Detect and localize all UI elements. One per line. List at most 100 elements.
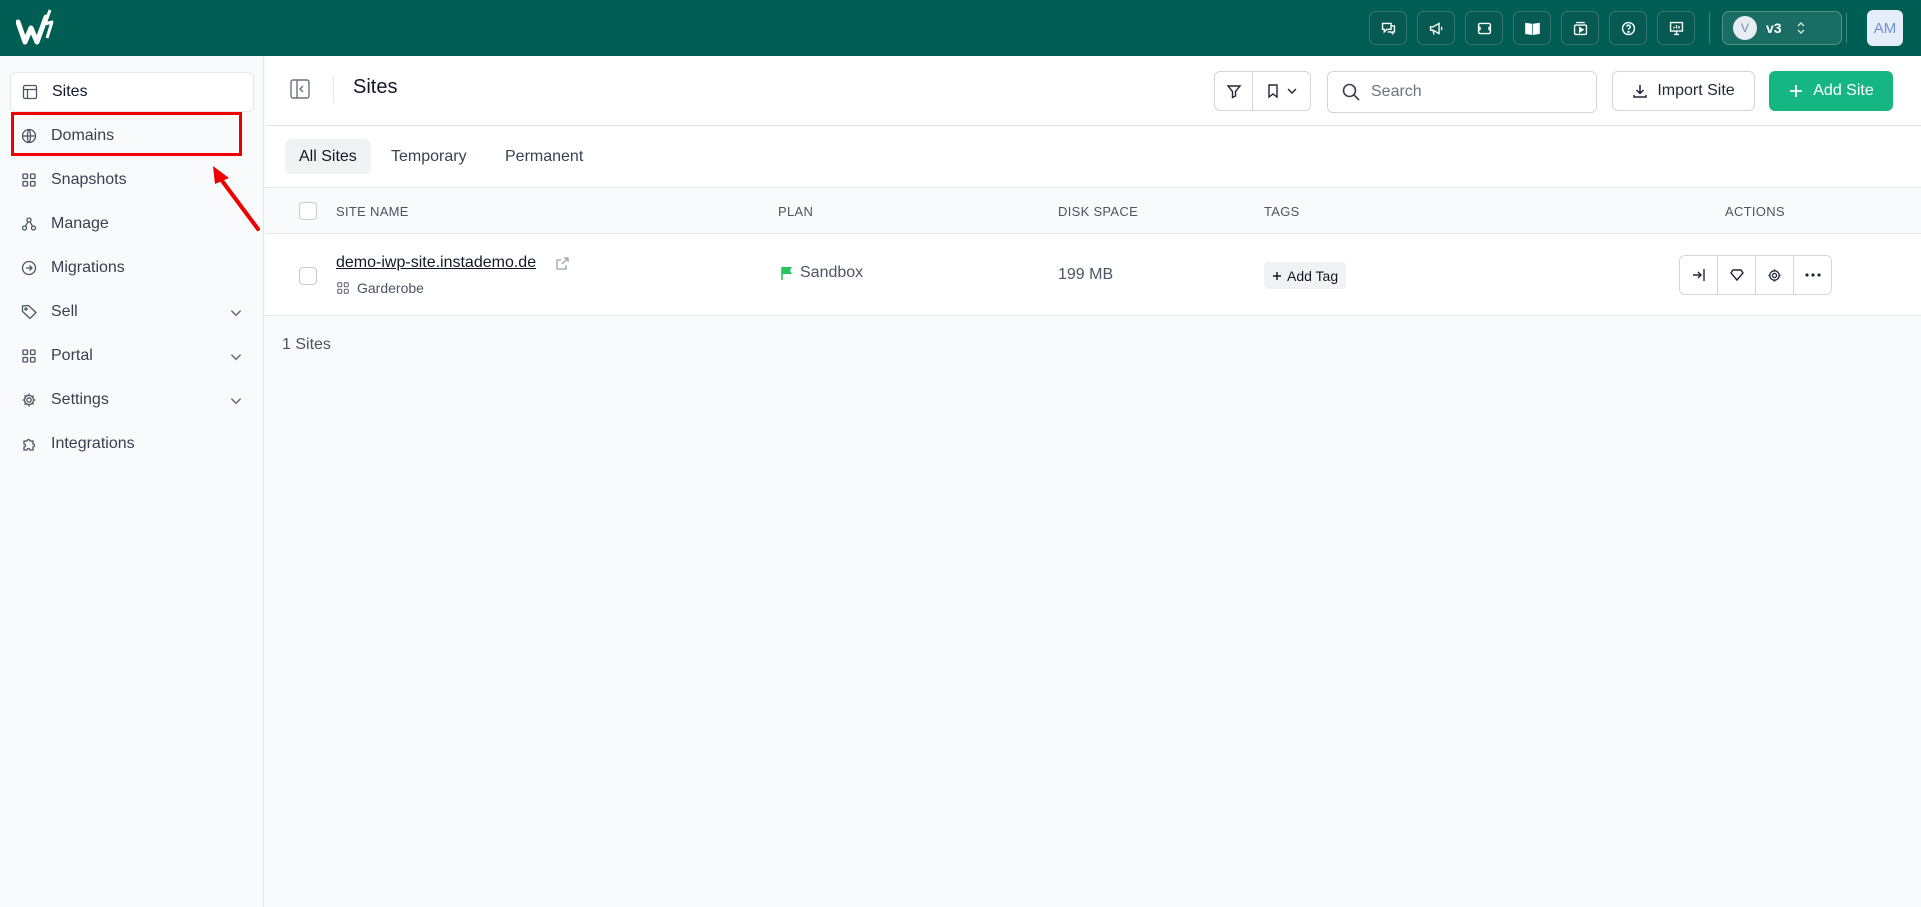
- settings-button[interactable]: [1756, 256, 1794, 294]
- sidebar-collapse-icon[interactable]: [289, 78, 311, 100]
- import-site-label: Import Site: [1657, 82, 1735, 99]
- sites-table: SITE NAME PLAN DISK SPACE TAGS ACTIONS d…: [265, 189, 1921, 316]
- bookmark-icon: [1267, 84, 1278, 99]
- sidebar-item-migrations[interactable]: Migrations: [10, 248, 254, 288]
- megaphone-icon[interactable]: [1417, 11, 1455, 45]
- add-tag-button[interactable]: Add Tag: [1264, 262, 1347, 289]
- table-header: SITE NAME PLAN DISK SPACE TAGS ACTIONS: [265, 189, 1921, 234]
- sidebar-item-settings[interactable]: Settings: [10, 380, 254, 420]
- sidebar-item-portal[interactable]: Portal: [10, 336, 254, 376]
- filter-button[interactable]: [1215, 72, 1253, 110]
- video-icon[interactable]: [1561, 11, 1599, 45]
- column-plan[interactable]: PLAN: [778, 204, 813, 219]
- tab-bar: All Sites Temporary Permanent: [265, 127, 1921, 188]
- select-all-checkbox[interactable]: [299, 202, 317, 220]
- grid-icon: [22, 349, 36, 363]
- avatar[interactable]: AM: [1867, 10, 1903, 46]
- column-site-name[interactable]: SITE NAME: [336, 204, 409, 219]
- sidebar-item-integrations[interactable]: Integrations: [10, 424, 254, 464]
- highlight-box: [11, 112, 242, 156]
- chevron-down-icon[interactable]: [228, 349, 244, 365]
- chevron-down-icon[interactable]: [228, 305, 244, 321]
- plus-icon: [1273, 271, 1281, 280]
- flag-icon: [781, 267, 792, 280]
- version-switcher[interactable]: V v3: [1722, 11, 1842, 45]
- sidebar-item-label: Migrations: [51, 259, 125, 276]
- version-label: v3: [1766, 20, 1782, 36]
- add-site-label: Add Site: [1813, 82, 1874, 99]
- sidebar-item-label: Portal: [51, 347, 93, 364]
- layout-icon: [22, 84, 38, 100]
- add-tag-label: Add Tag: [1287, 267, 1339, 284]
- grid-icon: [22, 173, 36, 187]
- column-tags: TAGS: [1264, 204, 1300, 219]
- site-name-link[interactable]: demo-iwp-site.instademo.de: [336, 254, 536, 272]
- site-group: Garderobe: [336, 280, 424, 296]
- plan-label: Sandbox: [800, 264, 864, 281]
- logo-icon[interactable]: [16, 8, 62, 48]
- table-row: demo-iwp-site.instademo.de Garderobe San…: [265, 234, 1921, 316]
- saved-views-button[interactable]: [1253, 72, 1310, 110]
- arrow-annotation-icon: [213, 166, 260, 231]
- sidebar-item-label: Settings: [51, 391, 109, 408]
- upgrade-button[interactable]: [1718, 256, 1756, 294]
- puzzle-icon: [23, 438, 36, 451]
- more-button[interactable]: [1794, 256, 1831, 294]
- chat-icon[interactable]: [1369, 11, 1407, 45]
- chevron-down-icon: [1287, 88, 1296, 94]
- tag-icon: [21, 304, 37, 320]
- page-header: Sites Import Site Add Site: [265, 56, 1921, 126]
- tab-permanent[interactable]: Permanent: [491, 139, 597, 174]
- page-title: Sites: [353, 76, 398, 98]
- header-divider: [333, 76, 334, 102]
- import-site-button[interactable]: Import Site: [1612, 71, 1755, 111]
- presentation-icon[interactable]: [1657, 11, 1695, 45]
- updown-chevron-icon: [1796, 21, 1806, 35]
- filter-icon: [1226, 85, 1241, 99]
- chevron-down-icon[interactable]: [228, 393, 244, 409]
- version-initial: V: [1733, 16, 1757, 40]
- tree-icon: [21, 217, 37, 231]
- login-button[interactable]: [1680, 256, 1718, 294]
- grid-icon: [337, 282, 349, 294]
- plan-badge: Sandbox: [780, 264, 863, 282]
- search-input[interactable]: [1371, 83, 1571, 101]
- row-checkbox[interactable]: [299, 267, 317, 285]
- sidebar-item-sell[interactable]: Sell: [10, 292, 254, 332]
- search-field[interactable]: [1327, 71, 1597, 113]
- top-bar: V v3 AM: [0, 0, 1921, 56]
- toolbar-divider: [1846, 13, 1847, 43]
- main-content: Sites Import Site Add Site All Sites Tem…: [265, 56, 1921, 907]
- site-group-label: Garderobe: [357, 280, 424, 296]
- more-icon: [1804, 273, 1821, 277]
- add-site-button[interactable]: Add Site: [1769, 71, 1893, 111]
- ticket-icon[interactable]: [1465, 11, 1503, 45]
- login-icon: [1692, 269, 1705, 281]
- top-toolbar: V v3 AM: [1369, 0, 1921, 56]
- column-disk-space[interactable]: DISK SPACE: [1058, 204, 1138, 219]
- external-link-icon[interactable]: [555, 256, 570, 271]
- tab-temporary[interactable]: Temporary: [377, 139, 481, 174]
- row-actions: [1679, 255, 1832, 295]
- sidebar-item-label: Manage: [51, 215, 109, 232]
- help-icon[interactable]: [1609, 11, 1647, 45]
- sidebar-item-sites[interactable]: Sites: [10, 72, 254, 112]
- sidebar-item-label: Sell: [51, 303, 78, 320]
- plus-icon: [1790, 85, 1803, 97]
- arrow-circle-icon: [21, 260, 37, 276]
- sidebar-item-label: Snapshots: [51, 171, 127, 188]
- toolbar-divider: [1709, 13, 1710, 43]
- column-actions: ACTIONS: [1725, 204, 1785, 219]
- tab-all-sites[interactable]: All Sites: [285, 139, 371, 174]
- site-count: 1 Sites: [282, 336, 331, 353]
- sidebar-item-label: Integrations: [51, 435, 135, 452]
- disk-space: 199 MB: [1058, 266, 1114, 283]
- diamond-icon: [1729, 269, 1744, 282]
- gear-icon: [22, 393, 36, 407]
- filter-group: [1214, 71, 1311, 111]
- sidebar-item-label: Sites: [52, 83, 88, 100]
- book-icon[interactable]: [1513, 11, 1551, 45]
- search-icon: [1342, 83, 1360, 101]
- download-icon: [1633, 85, 1648, 98]
- gear-icon: [1768, 268, 1781, 282]
